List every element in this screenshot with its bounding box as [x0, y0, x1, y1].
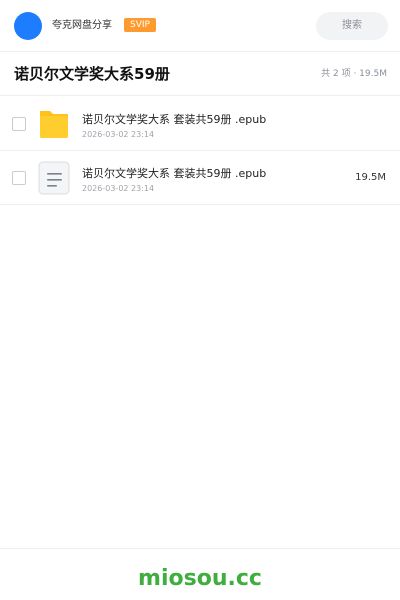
site-watermark: miosou.cc — [138, 566, 262, 591]
file-date: 2026-03-02 23:14 — [82, 184, 155, 193]
file-date: 2026-03-02 23:14 — [82, 130, 155, 139]
share-source-title: 夸克网盘分享 — [52, 20, 112, 31]
file-row[interactable]: 诺贝尔文学奖大系 套装共59册 .epub 2026-03-02 23:14 — [0, 97, 400, 151]
avatar[interactable] — [14, 12, 42, 40]
footer: miosou.cc — [0, 548, 400, 600]
page-header: 诺贝尔文学奖大系59册 共 2 项 · 19.5M — [0, 52, 400, 96]
row-checkbox[interactable] — [12, 117, 26, 131]
search-button[interactable]: 搜索 — [316, 12, 388, 40]
top-bar: 夸克网盘分享 SVIP 搜索 — [0, 0, 400, 52]
document-icon — [38, 161, 70, 195]
file-name: 诺贝尔文学奖大系 套装共59册 .epub — [82, 113, 267, 126]
file-name: 诺贝尔文学奖大系 套装共59册 .epub — [82, 167, 267, 180]
file-row[interactable]: 诺贝尔文学奖大系 套装共59册 .epub 2026-03-02 23:14 1… — [0, 151, 400, 205]
folder-icon — [40, 111, 68, 138]
svip-badge: SVIP — [124, 18, 156, 32]
file-summary: 共 2 项 · 19.5M — [321, 69, 387, 79]
file-size: 19.5M — [355, 172, 386, 183]
page-title: 诺贝尔文学奖大系59册 — [14, 65, 170, 83]
row-checkbox[interactable] — [12, 171, 26, 185]
